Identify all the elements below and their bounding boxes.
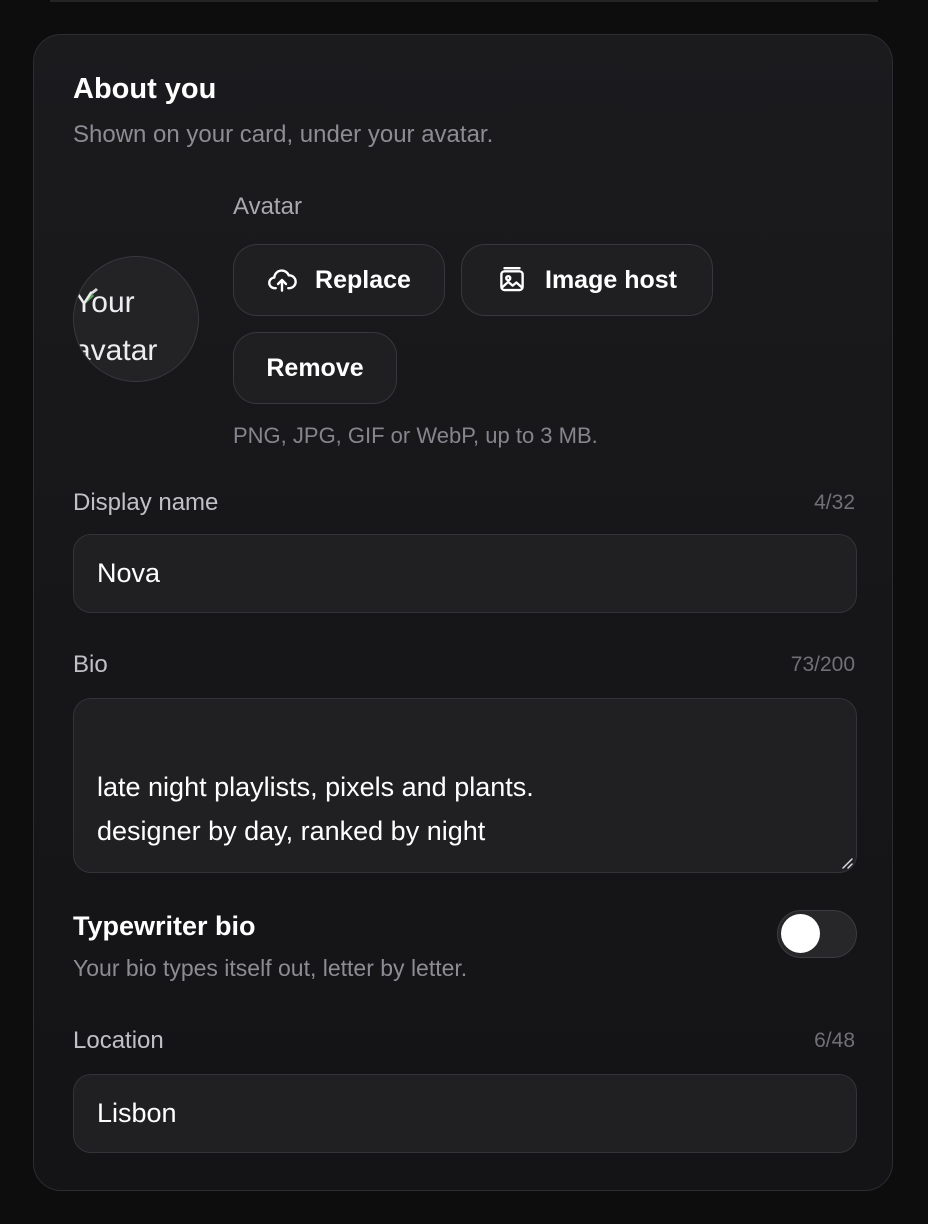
section-subtitle: Shown on your card, under your avatar. bbox=[73, 121, 494, 148]
location-counter: 6/48 bbox=[814, 1029, 855, 1052]
location-input[interactable]: Lisbon bbox=[73, 1074, 857, 1153]
location-label: Location bbox=[73, 1027, 164, 1054]
typewriter-bio-toggle[interactable] bbox=[777, 910, 857, 958]
typewriter-bio-title: Typewriter bio bbox=[73, 911, 256, 941]
file-type-hint: PNG, JPG, GIF or WebP, up to 3 MB. bbox=[233, 423, 598, 448]
remove-button[interactable]: Remove bbox=[233, 332, 397, 404]
bio-textarea[interactable]: late night playlists, pixels and plants.… bbox=[73, 698, 857, 873]
bio-text: late night playlists, pixels and plants.… bbox=[97, 772, 534, 846]
image-icon bbox=[500, 266, 524, 292]
replace-button[interactable]: Replace bbox=[233, 244, 445, 316]
avatar: Your avatar bbox=[73, 256, 199, 382]
section-title: About you bbox=[73, 73, 217, 105]
typewriter-bio-description: Your bio types itself out, letter by let… bbox=[73, 955, 468, 981]
about-you-card: About you Shown on your card, under your… bbox=[33, 34, 893, 1191]
display-name-input[interactable]: Nova bbox=[73, 534, 857, 613]
avatar-alt-text: Your avatar bbox=[74, 286, 158, 367]
toggle-knob bbox=[781, 914, 820, 953]
image-host-button-label: Image host bbox=[545, 265, 677, 294]
display-name-counter: 4/32 bbox=[814, 491, 855, 514]
resize-grip-icon[interactable] bbox=[838, 854, 854, 870]
image-host-button[interactable]: Image host bbox=[461, 244, 713, 316]
replace-button-label: Replace bbox=[315, 265, 411, 294]
remove-button-label: Remove bbox=[266, 353, 364, 382]
top-divider bbox=[50, 0, 878, 2]
avatar-label: Avatar bbox=[233, 193, 302, 220]
bio-label: Bio bbox=[73, 651, 108, 678]
bio-counter: 73/200 bbox=[790, 653, 855, 676]
display-name-label: Display name bbox=[73, 489, 219, 516]
cloud-upload-icon bbox=[268, 269, 297, 292]
page: About you Shown on your card, under your… bbox=[0, 0, 928, 1224]
